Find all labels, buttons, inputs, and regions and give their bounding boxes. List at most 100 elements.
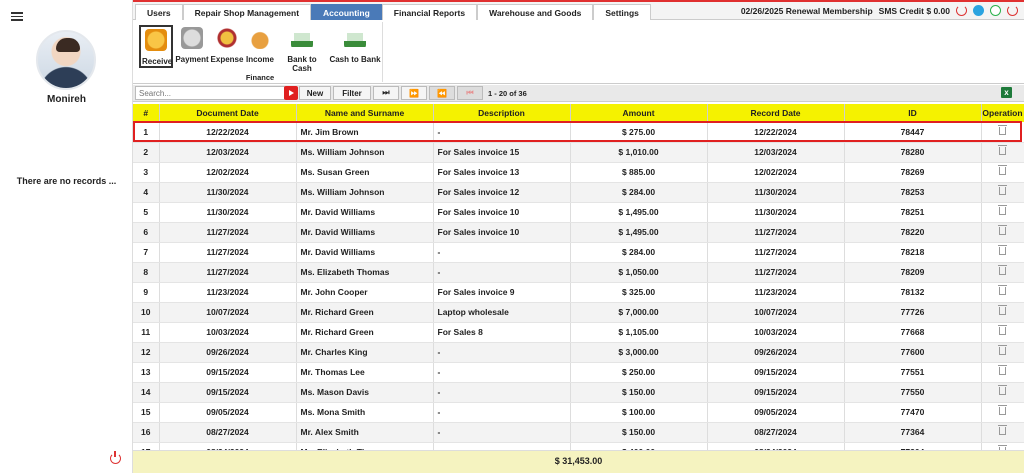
delete-icon[interactable]: [998, 425, 1007, 435]
operation-cell: [981, 242, 1024, 263]
table-cell: 12/03/2024: [159, 142, 297, 163]
delete-icon[interactable]: [998, 405, 1007, 415]
last-page-button[interactable]: ⏭: [373, 86, 399, 100]
table-row[interactable]: 3 12/02/2024 Ms. Susan Green For Sales invo…: [133, 162, 1024, 183]
top-info: 02/26/2025 Renewal Membership SMS Credit…: [741, 5, 1018, 16]
power-icon-2[interactable]: [1007, 5, 1018, 16]
new-button[interactable]: New: [299, 86, 331, 100]
tab-accounting[interactable]: Accounting: [311, 4, 382, 20]
main-tabs: Users Repair Shop Management Accounting …: [135, 4, 651, 20]
delete-icon[interactable]: [998, 385, 1007, 395]
delete-icon[interactable]: [998, 165, 1007, 175]
table-row[interactable]: 9 11/23/2024 Mr. John Cooper For Sales invo…: [133, 282, 1024, 303]
table-row[interactable]: 10 10/07/2024 Mr. Richard Green Laptop whol…: [133, 302, 1024, 323]
table-cell: Ms. William Johnson: [296, 182, 434, 203]
column-header[interactable]: Record Date: [707, 104, 845, 122]
table-row[interactable]: 6 11/27/2024 Mr. David Williams For Sales i…: [133, 222, 1024, 243]
table-row[interactable]: 7 11/27/2024 Mr. David Williams - $ 284.00 11…: [133, 242, 1024, 263]
payment-icon: [181, 27, 203, 49]
table-cell: 8: [133, 262, 160, 283]
table-cell: -: [433, 242, 571, 263]
table-cell: 15: [133, 402, 160, 423]
delete-icon[interactable]: [998, 205, 1007, 215]
table-row[interactable]: 11 10/03/2024 Mr. Richard Green For Sales 8…: [133, 322, 1024, 343]
table-cell: -: [433, 382, 571, 403]
receive-button[interactable]: Receive: [139, 25, 173, 68]
delete-icon[interactable]: [998, 285, 1007, 295]
first-page-button[interactable]: ⏮: [457, 86, 483, 100]
search-input[interactable]: [135, 86, 285, 100]
table-row[interactable]: 1 12/22/2024 Mr. Jim Brown - $ 275.00 12/22/2…: [133, 122, 1024, 143]
table-row[interactable]: 14 09/15/2024 Ms. Mason Davis - $ 150.00 09/1…: [133, 382, 1024, 403]
tab-users[interactable]: Users: [135, 4, 183, 20]
table-cell: $ 7,000.00: [570, 302, 708, 323]
next-page-button[interactable]: ⏩: [401, 86, 427, 100]
delete-icon[interactable]: [998, 145, 1007, 155]
menu-icon[interactable]: [11, 12, 23, 21]
expense-button[interactable]: Expense: [209, 25, 245, 64]
table-cell: Mr. David Williams: [296, 222, 434, 243]
table-row[interactable]: 8 11/27/2024 Ms. Elizabeth Thomas - $ 1,050.…: [133, 262, 1024, 283]
delete-icon[interactable]: [998, 245, 1007, 255]
table-row[interactable]: 1708/24/2024Ms. Elizabeth Thomas-$ 400.0…: [133, 442, 1024, 450]
bank-to-cash-button[interactable]: Bank to Cash: [277, 25, 327, 73]
membership-label[interactable]: 02/26/2025 Renewal Membership: [741, 6, 873, 16]
delete-icon[interactable]: [998, 185, 1007, 195]
tab-financial-reports[interactable]: Financial Reports: [381, 4, 478, 20]
table-cell: 77668: [844, 322, 982, 343]
table-row[interactable]: 2 12/03/2024 Ms. William Johnson For Sales …: [133, 142, 1024, 163]
table-cell: For Sales invoice 9: [433, 282, 571, 303]
table-cell: 09/05/2024: [707, 402, 845, 423]
income-button[interactable]: Income: [245, 25, 275, 64]
table-cell: 10/07/2024: [707, 302, 845, 323]
whatsapp-icon[interactable]: [990, 5, 1001, 16]
column-header[interactable]: Description: [433, 104, 571, 122]
column-header[interactable]: ID: [844, 104, 982, 122]
delete-icon[interactable]: [998, 225, 1007, 235]
delete-icon[interactable]: [998, 265, 1007, 275]
table-cell: $ 1,495.00: [570, 222, 708, 243]
payment-button[interactable]: Payment: [175, 25, 209, 64]
delete-icon[interactable]: [998, 345, 1007, 355]
page-info: 1 - 20 of 36: [488, 89, 527, 98]
table-row[interactable]: 16 08/27/2024 Mr. Alex Smith - $ 150.00 08/27…: [133, 422, 1024, 443]
income-icon: [249, 27, 271, 49]
delete-icon[interactable]: [998, 305, 1007, 315]
income-label: Income: [245, 55, 274, 64]
table-row[interactable]: 13 09/15/2024 Mr. Thomas Lee - $ 250.00 09/15…: [133, 362, 1024, 383]
excel-export-icon[interactable]: x: [1001, 87, 1012, 98]
video-help-icon[interactable]: [284, 86, 298, 100]
toolbar: New Filter ⏭ ⏩ ⏪ ⏮ 1 - 20 of 36 x: [133, 85, 1024, 102]
power-icon[interactable]: [956, 5, 967, 16]
delete-icon[interactable]: [998, 325, 1007, 335]
filter-button[interactable]: Filter: [333, 86, 371, 100]
table-cell: Mr. Jim Brown: [296, 122, 434, 143]
table-cell: 78253: [844, 182, 982, 203]
table-row[interactable]: 5 11/30/2024 Mr. David Williams For Sales i…: [133, 202, 1024, 223]
table-row[interactable]: 15 09/05/2024 Ms. Mona Smith - $ 100.00 09/05…: [133, 402, 1024, 423]
table-cell: 11/23/2024: [707, 282, 845, 303]
operation-cell: [981, 362, 1024, 383]
cash-to-bank-button[interactable]: Cash to Bank: [329, 25, 381, 64]
tab-warehouse[interactable]: Warehouse and Goods: [477, 4, 594, 20]
operation-cell: [981, 222, 1024, 243]
column-header[interactable]: #: [133, 104, 160, 122]
avatar[interactable]: [36, 30, 96, 90]
logout-icon[interactable]: [110, 451, 121, 464]
delete-icon[interactable]: [998, 365, 1007, 375]
column-header[interactable]: Document Date: [159, 104, 297, 122]
column-header[interactable]: Amount: [570, 104, 708, 122]
operation-cell: [981, 302, 1024, 323]
table-cell: 78209: [844, 262, 982, 283]
tab-repair-shop[interactable]: Repair Shop Management: [182, 4, 312, 20]
table-row[interactable]: 4 11/30/2024 Ms. William Johnson For Sales …: [133, 182, 1024, 203]
prev-page-button[interactable]: ⏪: [429, 86, 455, 100]
column-header[interactable]: Name and Surname: [296, 104, 434, 122]
table-cell: 11/27/2024: [159, 242, 297, 263]
table-cell: $ 284.00: [570, 242, 708, 263]
telegram-icon[interactable]: [973, 5, 984, 16]
table-cell: -: [433, 362, 571, 383]
table-row[interactable]: 12 09/26/2024 Mr. Charles King - $ 3,000.00 0…: [133, 342, 1024, 363]
tab-settings[interactable]: Settings: [593, 4, 651, 20]
delete-icon[interactable]: [998, 124, 1007, 135]
